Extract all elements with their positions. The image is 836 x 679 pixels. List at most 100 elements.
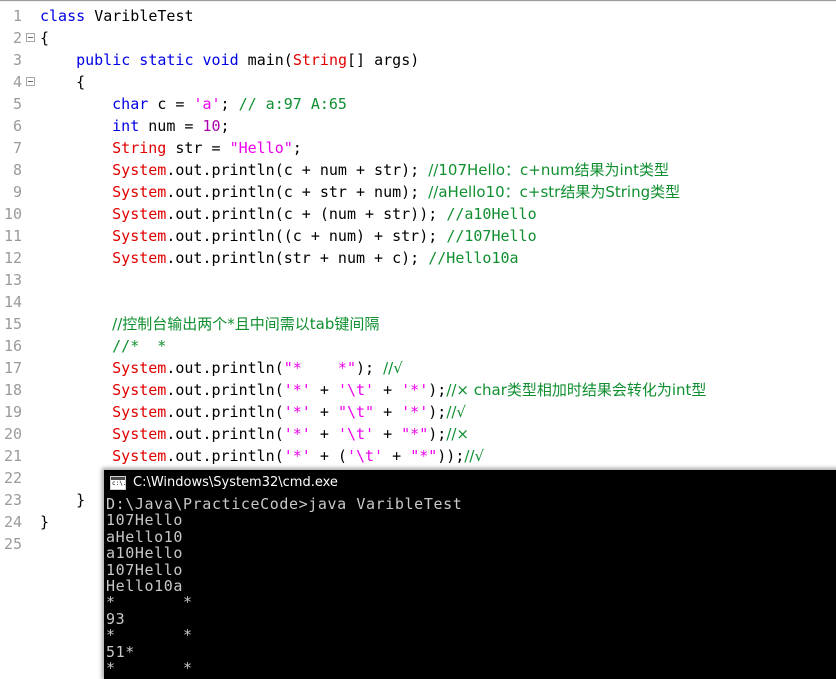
token-plain: VaribleTest — [94, 7, 194, 25]
line-number: 16 — [3, 337, 22, 355]
token-str: "* *" — [283, 359, 356, 377]
code-text: //* * — [112, 335, 166, 357]
token-plain: } — [76, 491, 86, 509]
code-text: } — [40, 511, 49, 533]
token-cmt: //a10Hello — [446, 205, 537, 223]
token-plain: + ( — [310, 447, 347, 465]
console-title-bar[interactable]: C:\Windows\System32\cmd.exe — [104, 470, 836, 496]
token-plain: ); — [428, 381, 447, 399]
token-str: "*" — [401, 425, 429, 443]
token-kw: class — [40, 7, 95, 25]
token-cmt: //Hello10a — [428, 249, 519, 267]
cmd-console-window[interactable]: C:\Windows\System32\cmd.exe D:\Java\Prac… — [104, 470, 836, 679]
line-number: 18 — [3, 381, 22, 399]
token-plain: } — [40, 513, 50, 531]
token-plain: .out.println( — [166, 425, 284, 443]
line-number: 5 — [12, 95, 22, 113]
code-text: System.out.println(c + (num + str)); //a… — [112, 203, 536, 225]
console-output-line: * * — [106, 593, 193, 612]
code-line[interactable]: 1 class VaribleTest — [0, 5, 836, 27]
code-text: String str = "Hello"; — [112, 137, 302, 159]
fold-collapse-icon[interactable] — [26, 77, 35, 86]
console-output-line: 51* — [106, 642, 135, 661]
token-str: '*' — [283, 381, 311, 399]
console-output-line: a10Hello — [106, 544, 184, 563]
token-cmt: //√ — [446, 403, 466, 421]
token-str: '*' — [283, 403, 311, 421]
token-str: "\t" — [337, 403, 375, 421]
code-line[interactable]: 20 System.out.println('*' + '\t' + "*");/… — [0, 423, 836, 445]
code-line[interactable]: 13 — [0, 269, 836, 291]
token-plain: + — [374, 425, 402, 443]
line-number: 24 — [3, 513, 22, 531]
token-plain: + — [383, 447, 411, 465]
code-line[interactable]: 8 System.out.println(c + num + str); //10… — [0, 159, 836, 181]
code-line[interactable]: 4{ — [0, 71, 836, 93]
line-number: 20 — [3, 425, 22, 443]
token-cmt: //控制台输出两个*且中间需以tab键间隔 — [112, 315, 380, 333]
line-number: 3 — [12, 51, 22, 69]
token-kw: static — [139, 51, 203, 69]
code-line[interactable]: 6 int num = 10; — [0, 115, 836, 137]
code-line[interactable]: 3 public static void main(String[] args) — [0, 49, 836, 71]
console-output-area[interactable]: D:\Java\PracticeCode>java VaribleTest 107… — [104, 496, 836, 679]
line-number: 9 — [12, 183, 22, 201]
token-cmt: //× — [446, 425, 469, 443]
console-output-line: 107Hello — [106, 511, 184, 530]
token-plain: ; — [292, 139, 302, 157]
token-type: String — [292, 51, 348, 69]
code-line[interactable]: 11 System.out.println((c + num) + str); /… — [0, 225, 836, 247]
code-line[interactable]: 10 System.out.println(c + (num + str)); /… — [0, 203, 836, 225]
line-number: 6 — [12, 117, 22, 135]
code-line[interactable]: 2{ — [0, 27, 836, 49]
token-type: System — [112, 249, 167, 267]
code-text: public static void main(String[] args) — [76, 49, 419, 71]
console-output-line: * * — [106, 658, 193, 677]
code-text: System.out.println(c + str + num); //aHe… — [112, 181, 680, 203]
code-line[interactable]: 16 //* * — [0, 335, 836, 357]
code-line[interactable]: 7 String str = "Hello"; — [0, 137, 836, 159]
token-type: System — [112, 359, 167, 377]
token-cmt: //√ — [464, 447, 485, 465]
code-line[interactable]: 14 — [0, 291, 836, 313]
code-line[interactable]: 18 System.out.println('*' + '\t' + '*');/… — [0, 379, 836, 401]
console-output-line: aHello10 — [106, 527, 184, 546]
code-line[interactable]: 12 System.out.println(str + num + c); //H… — [0, 247, 836, 269]
token-plain: )); — [437, 447, 465, 465]
code-text: char c = 'a'; // a:97 A:65 — [112, 93, 347, 115]
line-number: 12 — [3, 249, 22, 267]
line-number: 21 — [3, 447, 22, 465]
line-number: 19 — [3, 403, 22, 421]
line-number: 13 — [3, 271, 22, 289]
token-type: System — [112, 403, 167, 421]
line-number: 17 — [3, 359, 22, 377]
code-line[interactable]: 9 System.out.println(c + str + num); //aH… — [0, 181, 836, 203]
fold-collapse-icon[interactable] — [26, 33, 35, 42]
token-str: "*" — [410, 447, 438, 465]
code-text: //控制台输出两个*且中间需以tab键间隔 — [112, 313, 379, 335]
code-line[interactable]: 17 System.out.println("* *"); //√ — [0, 357, 836, 379]
token-plain: .out.println((c + num) + str); — [166, 227, 447, 245]
line-number: 8 — [12, 161, 22, 179]
ide-screenshot: 1 class VaribleTest 2{ 3 public static void … — [0, 0, 836, 679]
line-number: 4 — [12, 73, 22, 91]
line-number: 1 — [12, 7, 22, 25]
console-title-text: C:\Windows\System32\cmd.exe — [133, 475, 338, 490]
code-line[interactable]: 15 //控制台输出两个*且中间需以tab键间隔 — [0, 313, 836, 335]
token-plain: str = — [166, 139, 230, 157]
token-kw: public — [76, 51, 140, 69]
token-str: '\t' — [337, 381, 375, 399]
code-line[interactable]: 5 char c = 'a'; // a:97 A:65 — [0, 93, 836, 115]
code-line[interactable]: 19 System.out.println('*' + "\t" + '*');/… — [0, 401, 836, 423]
token-type: System — [112, 227, 167, 245]
line-number: 7 — [12, 139, 22, 157]
token-str: '*' — [401, 403, 429, 421]
code-text: } — [76, 489, 85, 511]
line-number: 23 — [3, 491, 22, 509]
line-number: 14 — [3, 293, 22, 311]
console-output-line: Hello10a — [106, 576, 184, 595]
code-text: int num = 10; — [112, 115, 229, 137]
code-line[interactable]: 21 System.out.println('*' + ('\t' + "*"))… — [0, 445, 836, 467]
line-number: 15 — [3, 315, 22, 333]
token-plain: + — [310, 425, 338, 443]
